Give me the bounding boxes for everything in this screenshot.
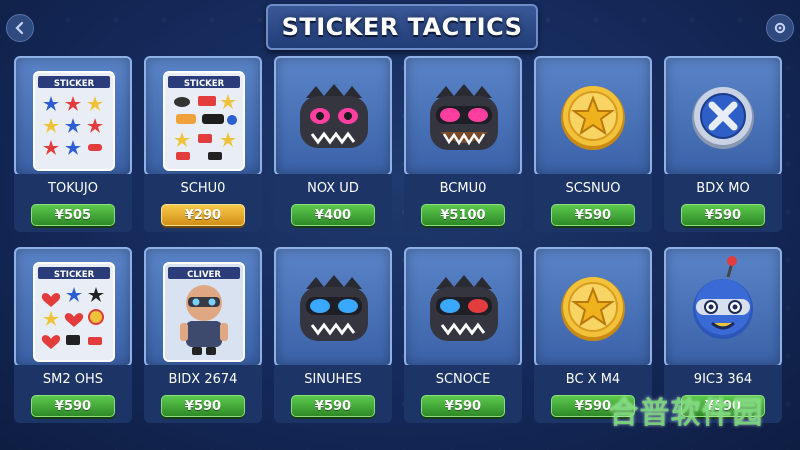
price-label: ¥290 — [184, 207, 222, 223]
character-pack-icon: CLIVER — [163, 262, 245, 362]
price-label: ¥590 — [54, 398, 92, 414]
buy-button[interactable]: ¥590 — [681, 204, 765, 226]
sticker-sheet-stars-icon: STICKER — [33, 71, 115, 171]
item-art: STICKER — [14, 247, 132, 367]
gold-star-coin-icon — [561, 86, 625, 150]
item-art — [404, 56, 522, 176]
price-label: ¥590 — [444, 398, 482, 414]
item-name: SINUHES — [304, 372, 362, 387]
item-name: BDX MO — [696, 181, 750, 196]
sticker-sheet-label: CLIVER — [187, 270, 221, 280]
shop-item-card[interactable]: SCSNUO ¥590 — [534, 56, 652, 232]
buy-button[interactable]: ¥590 — [551, 204, 635, 226]
shop-item-card[interactable]: STICKER TOKUJO ¥505 — [14, 56, 132, 232]
monster-head-pink-eyes-icon — [300, 84, 368, 148]
item-name: 9IC3 364 — [693, 372, 753, 387]
shop-item-card[interactable]: NOX UD ¥400 — [274, 56, 392, 232]
price-label: ¥400 — [314, 207, 352, 223]
buy-button[interactable]: ¥290 — [161, 204, 245, 226]
buy-button[interactable]: ¥5100 — [421, 204, 505, 226]
item-art — [404, 247, 522, 367]
blue-silver-emblem-icon — [692, 87, 754, 149]
item-name: NOX UD — [307, 181, 359, 196]
sticker-sheet-hearts-icon: STICKER — [33, 262, 115, 362]
item-name: TOKUJO — [48, 181, 98, 196]
shop-item-card[interactable]: CLIVER BIDX 2674 ¥590 — [144, 247, 262, 423]
gold-star-coin-icon — [561, 277, 625, 341]
item-name: SM2 OHS — [42, 372, 104, 387]
item-art — [274, 247, 392, 367]
shop-item-card[interactable]: STICKER SCHU0 ¥290 — [144, 56, 262, 232]
item-name: SCHU0 — [180, 181, 226, 196]
item-art — [534, 247, 652, 367]
buy-button[interactable]: ¥590 — [681, 395, 765, 417]
buy-button[interactable]: ¥590 — [421, 395, 505, 417]
item-name: SCSNUO — [565, 181, 621, 196]
buy-button[interactable]: ¥505 — [31, 204, 115, 226]
chevron-left-icon — [15, 21, 24, 35]
title-banner: STICKER TACTICS — [266, 4, 538, 50]
item-name: BIDX 2674 — [168, 372, 238, 387]
price-label: ¥5100 — [440, 207, 486, 223]
item-art: STICKER — [144, 56, 262, 176]
shop-grid: STICKER TOKUJO ¥505 STICKER SCHU0 ¥290 N… — [14, 56, 788, 423]
page-title: STICKER TACTICS — [281, 13, 523, 41]
blue-robot-head-icon — [693, 256, 753, 339]
item-art — [664, 247, 782, 367]
monster-head-pink-goggles-icon — [430, 84, 498, 150]
price-label: ¥590 — [704, 207, 742, 223]
shop-item-card[interactable]: SINUHES ¥590 — [274, 247, 392, 423]
sticker-sheet-mixed-icon: STICKER — [163, 71, 245, 171]
gear-icon — [774, 22, 786, 34]
shop-item-card[interactable]: BC X M4 ¥590 — [534, 247, 652, 423]
back-button[interactable] — [6, 14, 34, 42]
monster-head-red-blue-goggles-icon — [430, 275, 498, 341]
buy-button[interactable]: ¥590 — [291, 395, 375, 417]
price-label: ¥590 — [314, 398, 352, 414]
settings-button[interactable] — [766, 14, 794, 42]
price-label: ¥590 — [184, 398, 222, 414]
item-art: STICKER — [14, 56, 132, 176]
item-name: BCMU0 — [439, 181, 487, 196]
price-label: ¥590 — [574, 398, 612, 414]
price-label: ¥590 — [704, 398, 742, 414]
shop-item-card[interactable]: BDX MO ¥590 — [664, 56, 782, 232]
price-label: ¥505 — [54, 207, 92, 223]
item-art — [664, 56, 782, 176]
item-name: SCNOCE — [435, 372, 491, 387]
item-art: CLIVER — [144, 247, 262, 367]
monster-head-blue-goggles-icon — [300, 275, 368, 341]
price-label: ¥590 — [574, 207, 612, 223]
item-art — [274, 56, 392, 176]
sticker-sheet-label: STICKER — [54, 79, 95, 89]
shop-item-card[interactable]: STICKER SM2 OHS ¥590 — [14, 247, 132, 423]
shop-item-card[interactable]: BCMU0 ¥5100 — [404, 56, 522, 232]
shop-item-card[interactable]: SCNOCE ¥590 — [404, 247, 522, 423]
sticker-sheet-label: STICKER — [184, 79, 225, 89]
item-name: BC X M4 — [565, 372, 621, 387]
buy-button[interactable]: ¥400 — [291, 204, 375, 226]
shop-item-card[interactable]: 9IC3 364 ¥590 — [664, 247, 782, 423]
buy-button[interactable]: ¥590 — [31, 395, 115, 417]
shop-screen: STICKER TACTICS STICKER TOKUJO ¥505 STIC… — [0, 0, 800, 450]
buy-button[interactable]: ¥590 — [161, 395, 245, 417]
item-art — [534, 56, 652, 176]
sticker-sheet-label: STICKER — [54, 270, 95, 280]
buy-button[interactable]: ¥590 — [551, 395, 635, 417]
